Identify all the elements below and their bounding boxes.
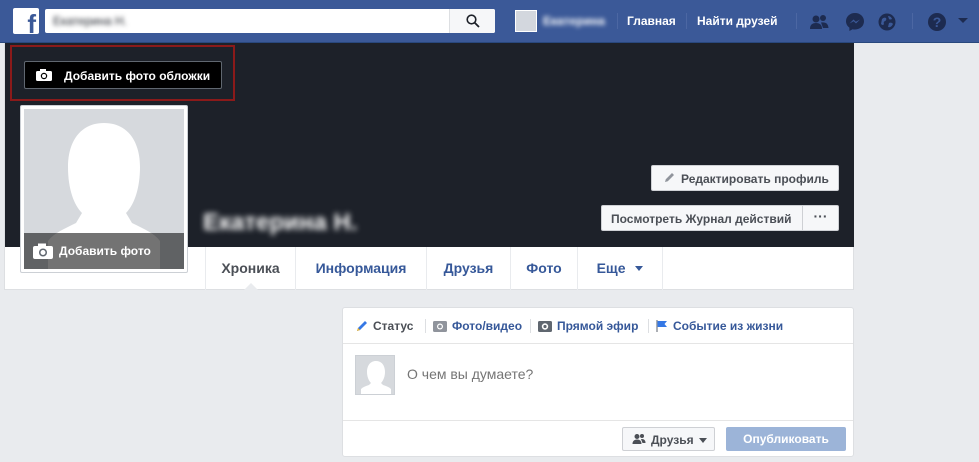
audience-label: Друзья — [651, 433, 694, 447]
friends-icon[interactable] — [808, 11, 830, 33]
pencil-icon — [357, 321, 367, 331]
chevron-down-icon[interactable] — [956, 13, 970, 27]
composer-body — [343, 344, 853, 420]
composer-tab-divider — [648, 319, 649, 333]
svg-text:?: ? — [933, 14, 942, 30]
profile-picture-frame[interactable]: Добавить фото — [20, 105, 188, 273]
add-cover-photo-button[interactable]: Добавить фото обложки — [24, 61, 222, 89]
search-input-value[interactable]: Екатерина Н. — [53, 14, 127, 28]
composer-tab-photo-video-label: Фото/видео — [452, 319, 523, 333]
audience-selector-button[interactable]: Друзья — [622, 427, 715, 451]
profile-header-card: Добавить фото обложки Екатерина Н. Редак… — [4, 43, 854, 291]
nav-divider — [686, 13, 687, 29]
edit-profile-label: Редактировать профиль — [681, 172, 829, 186]
user-name-link[interactable]: Екатерина — [543, 14, 605, 28]
friends-icon — [632, 434, 646, 444]
facebook-logo-glyph: f — [27, 9, 36, 39]
top-navigation-bar: f Екатерина Н. Екатерина Главная Найти д… — [0, 0, 979, 43]
tab-friends[interactable]: Друзья — [426, 247, 510, 290]
pencil-icon — [665, 173, 674, 182]
nav-divider — [912, 13, 913, 29]
home-link[interactable]: Главная — [627, 14, 676, 28]
search-button[interactable] — [449, 9, 495, 33]
camera-icon — [33, 243, 53, 259]
search-icon — [466, 14, 480, 28]
composer-footer: Друзья Опубликовать — [343, 420, 853, 456]
more-options-button[interactable]: ··· — [802, 205, 839, 231]
composer-tab-divider — [425, 319, 426, 333]
live-video-icon — [538, 321, 552, 332]
user-avatar[interactable] — [515, 10, 537, 32]
composer-tab-photo-video[interactable]: Фото/видео — [432, 319, 522, 333]
flag-icon — [656, 320, 667, 332]
add-profile-photo-label: Добавить фото — [59, 244, 151, 258]
tab-more[interactable]: Еще — [577, 247, 663, 290]
add-profile-photo-button[interactable]: Добавить фото — [24, 233, 184, 269]
active-tab-caret — [242, 283, 259, 291]
help-icon[interactable]: ? — [926, 11, 948, 33]
tab-photos[interactable]: Фото — [510, 247, 577, 290]
composer-tab-status-label: Статус — [373, 319, 414, 333]
profile-name[interactable]: Екатерина Н. — [203, 209, 357, 237]
publish-button[interactable]: Опубликовать — [726, 427, 846, 451]
view-activity-log-label: Посмотреть Журнал действий — [611, 212, 792, 226]
caret-down-icon — [635, 266, 644, 271]
globe-icon[interactable] — [876, 11, 898, 33]
tab-label: Фото — [526, 260, 562, 276]
composer-tab-status[interactable]: Статус — [355, 319, 413, 333]
composer-tab-life-event-label: Событие из жизни — [673, 319, 784, 333]
tab-label: Информация — [315, 260, 407, 276]
nav-divider — [617, 13, 618, 29]
camera-icon — [36, 69, 52, 81]
view-activity-log-button[interactable]: Посмотреть Журнал действий — [601, 205, 803, 231]
messenger-icon[interactable] — [844, 11, 866, 33]
profile-picture: Добавить фото — [24, 109, 184, 269]
edit-profile-button[interactable]: Редактировать профиль — [651, 165, 839, 191]
find-friends-link[interactable]: Найти друзей — [697, 14, 777, 28]
default-avatar-silhouette-icon — [361, 361, 391, 394]
search-bar[interactable]: Екатерина Н. — [45, 9, 495, 33]
tab-label: Еще — [596, 260, 626, 276]
post-composer: Статус Фото/видео Прямой эфир Событие из… — [342, 307, 854, 457]
composer-avatar — [355, 355, 395, 395]
composer-tab-divider — [530, 319, 531, 333]
composer-tab-life-event[interactable]: Событие из жизни — [655, 319, 783, 333]
tab-label: Хроника — [221, 260, 280, 276]
tab-about[interactable]: Информация — [295, 247, 426, 290]
composer-tab-live-video[interactable]: Прямой эфир — [537, 319, 638, 333]
whats-on-your-mind-input[interactable] — [407, 366, 827, 382]
composer-tabs: Статус Фото/видео Прямой эфир Событие из… — [343, 308, 853, 344]
add-cover-photo-label: Добавить фото обложки — [64, 69, 211, 83]
photo-camera-icon — [433, 321, 447, 332]
nav-divider — [796, 13, 797, 29]
facebook-logo[interactable]: f — [13, 8, 39, 39]
tab-label: Друзья — [443, 260, 494, 276]
caret-down-icon — [699, 438, 707, 443]
composer-tab-live-video-label: Прямой эфир — [557, 319, 639, 333]
tab-timeline[interactable]: Хроника — [205, 247, 295, 291]
